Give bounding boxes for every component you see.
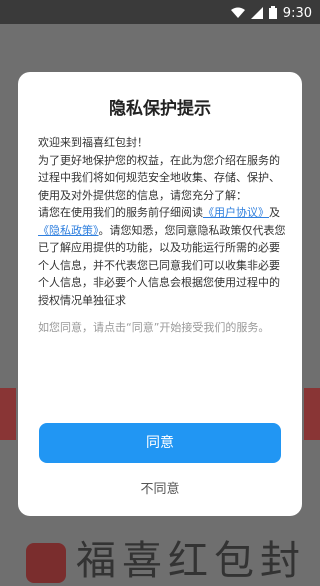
status-bar: 9:30: [0, 0, 320, 24]
privacy-detail-text: 请您在使用我们的服务前仔细阅读《用户协议》及《隐私政策》。请您知悉，您同意隐私政…: [38, 204, 288, 309]
privacy-intro-text: 为了更好地保护您的权益，在此为您介绍在服务的过程中我们将如何规范安全地收集、存储…: [38, 153, 280, 202]
background-title-fragment-right: [304, 388, 320, 440]
status-time: 9:30: [282, 6, 312, 21]
consent-note: 如您同意，请点击“同意”开始接受我们的服务。: [38, 321, 270, 334]
dialog-body[interactable]: 欢迎来到福喜红包封！ 为了更好地保护您的权益，在此为您介绍在服务的过程中我们将如…: [38, 134, 288, 428]
privacy-policy-link[interactable]: 《隐私政策》: [38, 224, 99, 237]
user-agreement-link[interactable]: 《用户协议》: [203, 206, 269, 219]
background-app-title-text: 福喜红包封: [76, 538, 306, 584]
battery-icon: [268, 4, 277, 23]
disagree-button[interactable]: 不同意: [18, 478, 302, 497]
read-prompt-text: 请您在使用我们的服务前仔细阅读: [38, 206, 203, 219]
agree-button[interactable]: 同意: [39, 423, 281, 463]
greeting-text: 欢迎来到福喜红包封！: [38, 136, 148, 149]
dialog-title: 隐私保护提示: [109, 99, 211, 119]
status-icons: 9:30: [230, 4, 312, 23]
background-app-title: 福喜红包封: [26, 528, 306, 586]
signal-icon: [250, 4, 263, 23]
background-title-fragment-left: [0, 388, 16, 440]
and-text: 及: [269, 206, 280, 219]
wifi-icon: [230, 4, 245, 23]
privacy-dialog: 隐私保护提示 欢迎来到福喜红包封！ 为了更好地保护您的权益，在此为您介绍在服务的…: [18, 72, 302, 516]
app-logo-icon: [26, 543, 66, 583]
